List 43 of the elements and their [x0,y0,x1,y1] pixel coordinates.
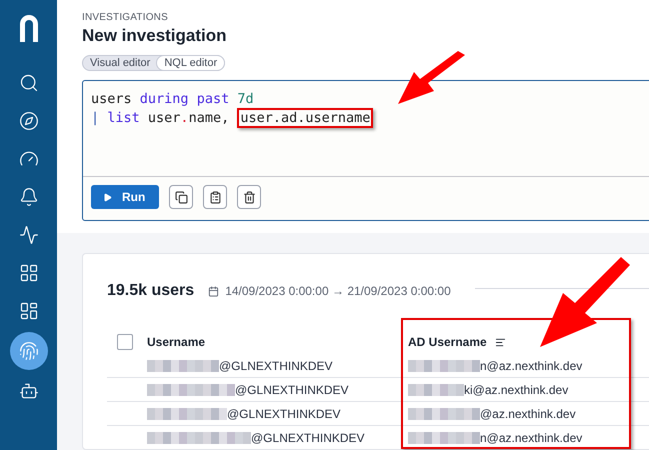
calendar-icon [208,286,220,296]
logo-icon [18,14,40,42]
play-icon [103,192,112,202]
trash-icon [242,190,256,204]
delete-button[interactable] [237,185,262,209]
paste-button[interactable] [203,185,228,209]
dashboard-icon [18,301,38,321]
sort-icon[interactable] [494,336,506,348]
copy-button[interactable] [169,185,194,209]
table-cell: @GLNEXTHINKDEV [227,406,341,420]
table-cell: @GLNEXTHINKDEV [219,358,333,372]
date-range: 14/09/2023 0:00:00 → 21/09/2023 0:00:00 [225,284,451,298]
code-line: | list user.name, user.ad.username [91,109,649,128]
column-header[interactable]: AD Username [408,335,487,349]
column-header[interactable]: Username [147,330,408,354]
sidebar-item[interactable] [10,332,48,370]
blurred-text-drawing [408,406,480,420]
run-button[interactable]: Run [91,185,160,209]
table-cell: @az.nexthink.dev [480,406,576,420]
bell-icon [18,187,38,207]
grid-icon [18,263,38,283]
compass-icon [18,111,38,131]
search-icon [18,73,38,93]
breadcrumb[interactable]: INVESTIGATIONS [82,12,649,23]
blurred-text-drawing [408,430,480,444]
code-line: users during past 7d [91,90,255,109]
table-cell: ki@az.nexthink.dev [464,382,568,396]
arrow-annotation [398,51,465,104]
clipboard-icon [208,190,222,204]
editor-tab[interactable]: NQL editor [156,55,226,71]
table-cell: @GLNEXTHINKDEV [235,382,349,396]
result-count: 19.5k users [107,282,194,300]
blurred-text-drawing [408,358,480,372]
table-cell: @GLNEXTHINKDEV [251,430,365,444]
table-cell: n@az.nexthink.dev [480,430,582,444]
blurred-text-drawing [408,382,464,396]
page-title: New investigation [82,26,228,46]
select-all-checkbox[interactable] [117,334,133,350]
query-editor[interactable]: users during past 7d | list user.name, user.ad.username Run [82,80,649,221]
editor-tab[interactable]: Visual editor [82,55,158,71]
blurred-text-drawing [147,358,219,372]
table-cell: n@az.nexthink.dev [480,358,582,372]
copy-icon [174,190,188,204]
